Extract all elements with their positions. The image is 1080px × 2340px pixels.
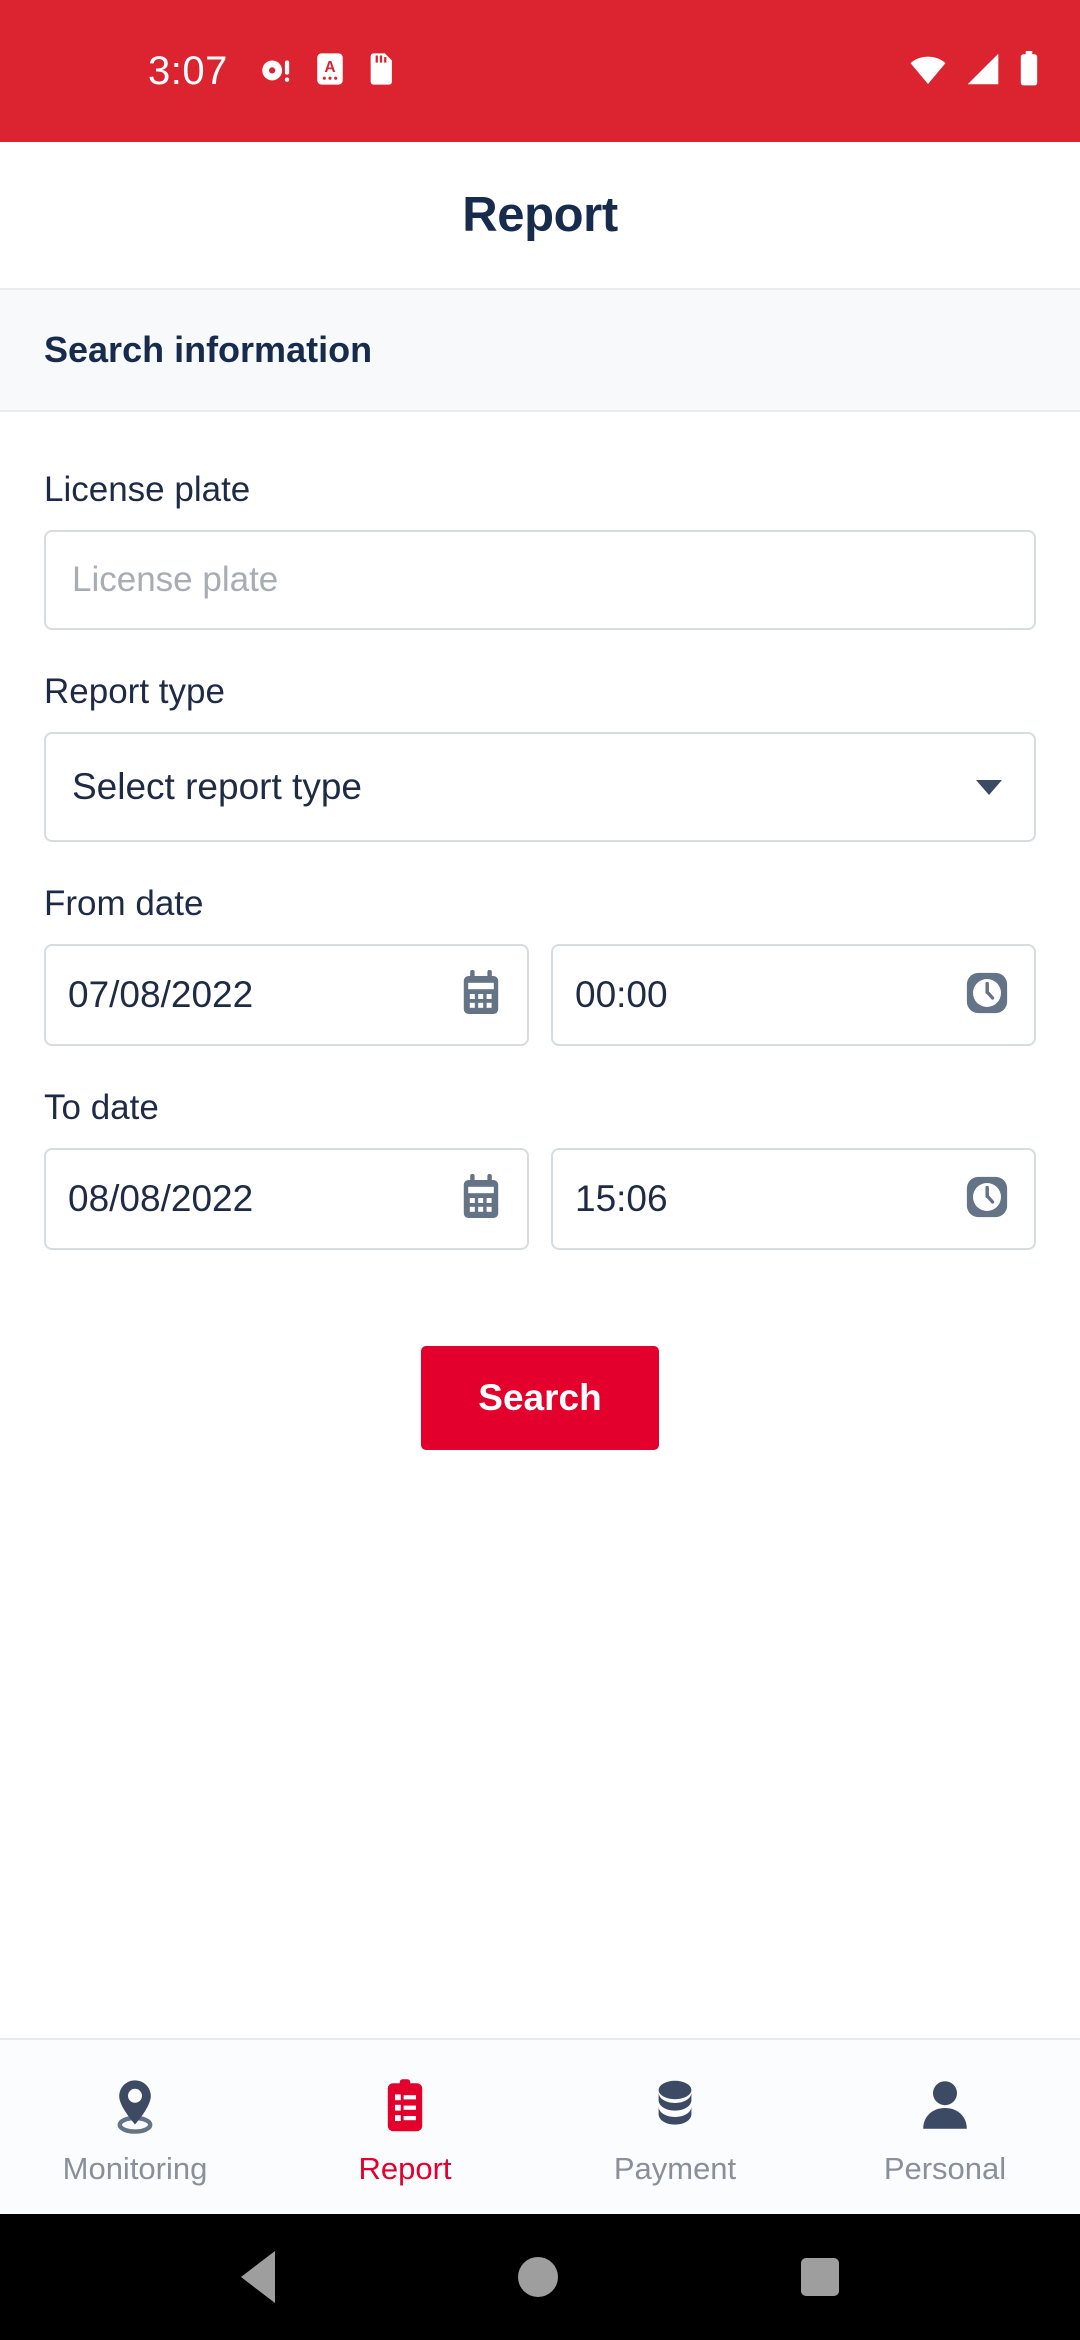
from-date-row: 07/08/2022 00:00	[44, 944, 1036, 1046]
recents-button[interactable]	[800, 2258, 839, 2296]
page-title: Report	[462, 188, 618, 242]
calendar-icon[interactable]	[459, 1173, 503, 1225]
clipboard-list-icon	[381, 2078, 429, 2139]
back-button[interactable]	[241, 2251, 276, 2303]
report-type-value: Select report type	[72, 766, 362, 807]
search-form: License plate License plate Report type …	[0, 412, 1080, 2038]
app-header: Report	[0, 142, 1080, 290]
status-clock: 3:07	[148, 49, 228, 93]
license-plate-placeholder: License plate	[72, 560, 279, 599]
from-date-input[interactable]: 07/08/2022	[44, 944, 529, 1046]
nav-item-monitoring[interactable]: Monitoring	[0, 2078, 270, 2187]
from-time-input[interactable]: 00:00	[551, 944, 1036, 1046]
to-date-input[interactable]: 08/08/2022	[44, 1148, 529, 1250]
to-time-input[interactable]: 15:06	[551, 1148, 1036, 1250]
nav-label-payment: Payment	[613, 2150, 737, 2186]
battery-icon	[1018, 50, 1040, 92]
person-icon	[920, 2078, 970, 2139]
to-date-label: To date	[44, 1088, 159, 1127]
to-date-value: 08/08/2022	[68, 1178, 254, 1219]
nav-label-monitoring: Monitoring	[62, 2150, 208, 2186]
home-button[interactable]	[517, 2257, 558, 2297]
license-plate-input[interactable]: License plate	[44, 530, 1036, 630]
search-information-section-header: Search information	[0, 290, 1080, 412]
clock-icon[interactable]	[964, 970, 1010, 1021]
sd-card-icon	[368, 52, 396, 91]
map-pin-icon	[109, 2078, 161, 2139]
cellular-signal-icon	[964, 52, 1002, 91]
license-plate-label: License plate	[44, 470, 251, 509]
section-title: Search information	[44, 329, 373, 370]
from-date-value: 07/08/2022	[68, 974, 254, 1015]
nav-label-personal: Personal	[883, 2150, 1007, 2186]
bottom-navigation: Monitoring Report Payment Personal	[0, 2038, 1080, 2214]
wifi-icon	[908, 52, 948, 91]
to-time-value: 15:06	[575, 1178, 668, 1219]
status-notification-icons: A	[258, 52, 396, 91]
status-bar: 3:07 A	[0, 0, 1080, 142]
phone-screen: 3:07 A Report Search information License…	[0, 0, 1080, 2340]
search-button[interactable]: Search	[421, 1346, 659, 1450]
clock-icon[interactable]	[964, 1174, 1010, 1225]
status-system-icons	[908, 50, 1040, 92]
nav-item-payment[interactable]: Payment	[540, 2078, 810, 2187]
nav-item-report[interactable]: Report	[270, 2078, 540, 2187]
auto-rotate-icon: A	[314, 52, 346, 91]
nav-item-personal[interactable]: Personal	[810, 2078, 1080, 2187]
chevron-down-icon	[976, 779, 1002, 795]
from-time-value: 00:00	[575, 974, 668, 1015]
svg-text:A: A	[324, 58, 335, 75]
android-navigation-bar	[0, 2214, 1080, 2340]
nav-label-report: Report	[358, 2150, 452, 2186]
alarm-snooze-icon	[258, 52, 292, 91]
report-type-select[interactable]: Select report type	[44, 732, 1036, 842]
from-date-label: From date	[44, 884, 204, 923]
report-type-label: Report type	[44, 672, 225, 711]
coins-stack-icon	[649, 2078, 701, 2139]
to-date-row: 08/08/2022 15:06	[44, 1148, 1036, 1250]
search-button-wrap: Search	[44, 1346, 1036, 1450]
calendar-icon[interactable]	[459, 969, 503, 1021]
